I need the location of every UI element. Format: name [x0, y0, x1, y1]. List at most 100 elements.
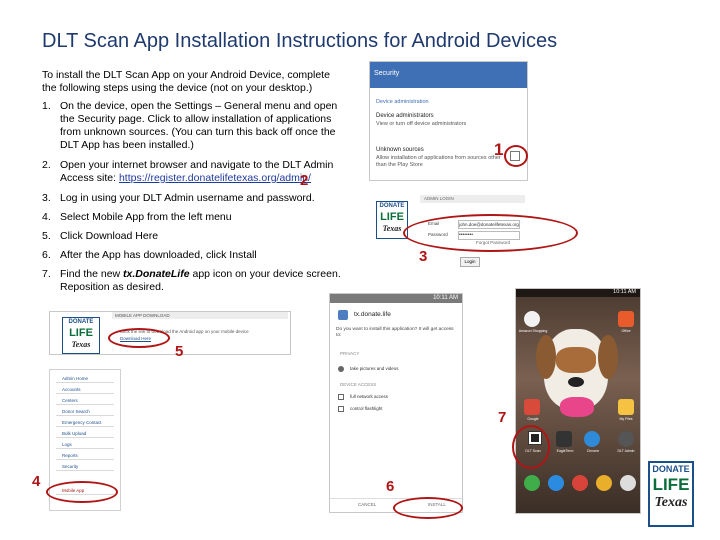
step-text: Select Mobile App from the left menu: [60, 211, 232, 223]
step-text: Log in using your DLT Admin username and…: [60, 192, 315, 204]
callout-4: 4: [32, 473, 41, 490]
app-label: Chrome: [586, 449, 600, 453]
app-label: Amazon Shopping: [518, 329, 548, 333]
menu-item[interactable]: Accounts: [56, 385, 114, 394]
device-admins-sub: View or turn off device administrators: [376, 121, 467, 127]
dlt-admin-icon[interactable]: [618, 431, 634, 447]
logo-line1: DONATE: [68, 319, 94, 325]
app-label: Google: [527, 417, 539, 421]
cancel-button[interactable]: CANCEL: [358, 502, 376, 507]
home-status-time: 10:11 AM: [613, 289, 636, 295]
dog-toy: [560, 397, 594, 417]
callout-2: 2: [300, 172, 309, 189]
app-label: My Files: [619, 417, 633, 421]
step-text: Click Download Here: [60, 230, 159, 242]
callout-5-highlight: [108, 328, 170, 348]
step-number: 2.: [42, 159, 51, 171]
download-header: MOBILE APP DOWNLOAD: [112, 312, 288, 319]
step-number: 4.: [42, 211, 51, 223]
apps-grid-icon[interactable]: [620, 475, 636, 491]
gmail-icon[interactable]: [572, 475, 588, 491]
callout-1: 1: [494, 140, 504, 159]
callout-5: 5: [175, 343, 184, 360]
perm-network: full network access: [350, 394, 389, 399]
intro-text: To install the DLT Scan App on your Andr…: [42, 69, 330, 94]
home-screenshot: 10:11 AM Amazon Shopping Office Google M…: [516, 289, 640, 513]
google-icon[interactable]: [524, 399, 540, 415]
amazon-icon[interactable]: [524, 311, 540, 327]
device-admins-title: Device administrators: [376, 113, 434, 119]
callout-4-highlight: [46, 481, 118, 503]
install-question: Do you want to install this application?…: [336, 327, 454, 338]
menu-item[interactable]: Reports: [56, 451, 114, 460]
callout-6-highlight: [393, 497, 463, 519]
app-label: EagleTerm: [556, 449, 574, 453]
dog-nose: [568, 377, 584, 387]
perm-camera: take pictures and videos: [350, 366, 399, 371]
camera-icon: [338, 366, 344, 372]
flashlight-icon: [338, 406, 344, 412]
menu-item[interactable]: Centers: [56, 396, 114, 405]
step-number: 6.: [42, 249, 51, 261]
phone-icon[interactable]: [524, 475, 540, 491]
security-header: Security: [374, 70, 400, 77]
messages-icon[interactable]: [548, 475, 564, 491]
chrome-icon[interactable]: [584, 431, 600, 447]
logo-line1: DONATE: [652, 464, 690, 474]
unknown-sources-title: Unknown sources: [376, 147, 424, 153]
menu-item[interactable]: Bulk Upload: [56, 429, 114, 438]
page-title: DLT Scan App Installation Instructions f…: [42, 30, 558, 52]
step-number: 5.: [42, 230, 51, 242]
donate-life-logo-large: DONATE LIFE Texas: [648, 461, 694, 527]
install-screenshot: 10:11 AM tx.donate.life Do you want to i…: [330, 294, 462, 512]
step-2: 2. Open your internet browser and naviga…: [42, 159, 342, 185]
logo-line2: LIFE: [652, 475, 690, 494]
privacy-header: PRIVACY: [340, 351, 360, 356]
download-screenshot: DONATE LIFE Texas MOBILE APP DOWNLOAD Cl…: [50, 312, 290, 354]
my-files-icon[interactable]: [618, 399, 634, 415]
callout-6: 6: [386, 478, 395, 495]
app-icon: [338, 310, 348, 320]
camera-app-icon[interactable]: [596, 475, 612, 491]
app-label: DLT Admin: [617, 449, 635, 453]
logo-line3: Texas: [71, 340, 91, 349]
step-text: After the App has downloaded, click Inst…: [60, 249, 257, 261]
login-button[interactable]: Login: [460, 257, 480, 267]
office-icon[interactable]: [618, 311, 634, 327]
network-icon: [338, 394, 344, 400]
callout-7-highlight: [512, 425, 550, 469]
callout-3: 3: [419, 248, 428, 265]
menu-item[interactable]: Admin Home: [56, 374, 114, 383]
security-screenshot: Security Device administration Device ad…: [370, 62, 527, 180]
eagleterm-icon[interactable]: [556, 431, 572, 447]
logo-line2: LIFE: [69, 327, 93, 339]
login-header: ADMIN LOGIN: [420, 195, 525, 203]
step-text: Find the new tx.DonateLife app icon on y…: [60, 268, 342, 294]
step-7: 7. Find the new tx.DonateLife app icon o…: [42, 268, 342, 294]
install-app-name: tx.donate.life: [354, 311, 391, 318]
perm-flashlight: control flashlight: [350, 406, 383, 411]
menu-item[interactable]: Security: [56, 462, 114, 471]
step-number: 1.: [42, 100, 51, 112]
menu-item[interactable]: Donor Search: [56, 407, 114, 416]
logo-line2: LIFE: [380, 211, 404, 223]
logo-line3: Texas: [654, 495, 688, 510]
callout-7: 7: [498, 409, 507, 426]
step-number: 3.: [42, 192, 51, 204]
dog-ear-right: [598, 335, 618, 379]
callout-3-highlight: [403, 214, 578, 252]
admin-site-link[interactable]: https://register.donatelifetexas.org/adm…: [119, 172, 311, 184]
step-text-before: Find the new: [60, 268, 124, 280]
menu-item[interactable]: Emergency Contact: [56, 418, 114, 427]
dog-head-patch: [556, 347, 596, 373]
donate-life-logo-download: DONATE LIFE Texas: [62, 317, 100, 354]
callout-1-highlight: [504, 145, 528, 167]
unknown-sources-sub: Allow installation of applications from …: [376, 155, 501, 168]
security-section: Device administration: [376, 99, 429, 105]
step-1: 1. On the device, open the Settings – Ge…: [42, 100, 342, 152]
app-label: Office: [621, 329, 631, 333]
install-status-time: 10:11 AM: [433, 295, 458, 301]
dog-ear-left: [536, 335, 556, 379]
menu-item[interactable]: Logs: [56, 440, 114, 449]
app-name: tx.DonateLife: [123, 268, 190, 280]
